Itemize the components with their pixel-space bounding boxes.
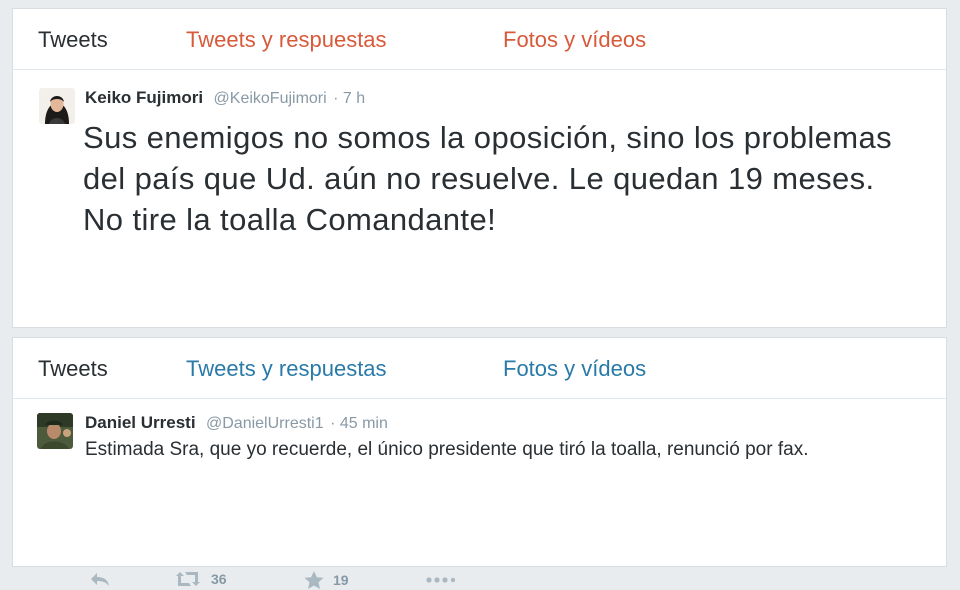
tab-tweets-replies[interactable]: Tweets y respuestas xyxy=(186,27,387,53)
tweet-text: Estimada Sra, que yo recuerde, el único … xyxy=(85,439,809,460)
profile-tabs: Tweets Tweets y respuestas Fotos y vídeo… xyxy=(13,338,946,399)
author-handle[interactable]: @DanielUrresti1 xyxy=(206,415,324,432)
tweet-time[interactable]: · 45 min xyxy=(330,415,388,432)
timeline-card-urresti: Tweets Tweets y respuestas Fotos y vídeo… xyxy=(12,337,947,589)
retweet-button[interactable]: 36 xyxy=(173,571,227,587)
reply-icon xyxy=(91,573,109,586)
more-dots-icon xyxy=(426,577,455,583)
favorite-count: 19 xyxy=(333,572,349,588)
retweet-count: 36 xyxy=(211,571,227,587)
avatar[interactable] xyxy=(37,413,73,449)
favorite-star-icon xyxy=(304,571,324,589)
favorite-button[interactable]: 19 xyxy=(303,570,349,590)
reply-button[interactable] xyxy=(89,571,111,587)
author-name[interactable]: Daniel Urresti xyxy=(85,413,196,432)
tweet-header: Daniel Urresti @DanielUrresti1 · 45 min xyxy=(85,413,388,433)
tweet-text: Sus enemigos no somos la oposición, sino… xyxy=(83,120,893,237)
tab-tweets[interactable]: Tweets xyxy=(38,356,108,382)
author-handle[interactable]: @KeikoFujimori xyxy=(214,90,327,107)
avatar[interactable] xyxy=(39,88,75,124)
tab-photos-videos[interactable]: Fotos y vídeos xyxy=(503,27,646,53)
author-name[interactable]: Keiko Fujimori xyxy=(85,88,203,107)
tab-photos-videos[interactable]: Fotos y vídeos xyxy=(503,356,646,382)
tweet-header: Keiko Fujimori @KeikoFujimori · 7 h xyxy=(85,88,365,108)
timeline-card-keiko: Tweets Tweets y respuestas Fotos y vídeo… xyxy=(12,8,947,368)
tab-tweets-replies[interactable]: Tweets y respuestas xyxy=(186,356,387,382)
tab-tweets[interactable]: Tweets xyxy=(38,27,108,53)
more-button[interactable] xyxy=(425,577,455,583)
retweet-icon xyxy=(176,572,200,586)
tweet-time[interactable]: · 7 h xyxy=(333,90,365,107)
profile-tabs: Tweets Tweets y respuestas Fotos y vídeo… xyxy=(13,9,946,70)
